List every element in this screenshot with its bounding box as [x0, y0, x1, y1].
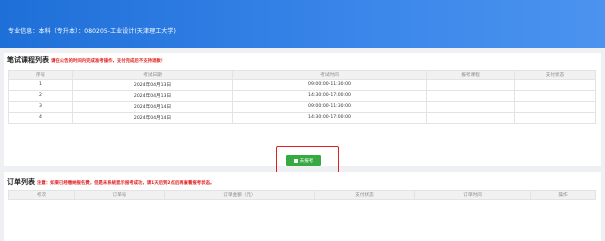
exam-section-note: 请在公告的时间内完成准考操作，支付完成后不支持退款！: [51, 58, 166, 64]
col-header-exam-time: 考试时间: [232, 70, 427, 80]
table-row: 3 2024年04月14日 09:00:00-11:30:00: [8, 100, 596, 113]
cell-exam-time: 14:30:00-17:00:00: [232, 111, 427, 124]
cell-exam-time: 14:30:00-17:00:00: [232, 89, 427, 102]
exam-table-header: 序号 考试日期 考试时间 报考课程 支付状态: [8, 70, 596, 80]
order-section-note: 注意：如果已经缴纳报名费，但是未系统显示报考成功，请1天后到2点后再查看报考状态…: [37, 180, 215, 186]
order-table: 考次 订单号 订单金额（元） 支付状态 订单时间 操作: [8, 190, 596, 200]
cell-course: [426, 111, 515, 124]
cell-payment-status: [514, 89, 596, 102]
col-header-payment-status: 支付状态: [514, 70, 596, 80]
cell-exam-time: 09:00:00-11:30:00: [232, 100, 427, 113]
col-header-order-time: 订单时间: [414, 190, 531, 200]
table-row: 1 2024年04月13日 09:00:00-11:30:00: [8, 78, 596, 91]
col-header-order-amount: 订单金额（元）: [164, 190, 315, 200]
cell-exam-date: 2024年04月13日: [72, 89, 233, 102]
cell-index: 1: [8, 78, 73, 91]
major-info: 专业信息：本科（专升本）：080205-工业设计(天津理工大学): [8, 28, 176, 35]
col-header-index: 序号: [8, 70, 73, 80]
order-table-header: 考次 订单号 订单金额（元） 支付状态 订单时间 操作: [8, 190, 596, 200]
table-row: 2 2024年04月13日 14:30:00-17:00:00: [8, 89, 596, 102]
register-button[interactable]: 去报考: [286, 155, 321, 166]
cell-index: 2: [8, 89, 73, 102]
cell-payment-status: [514, 100, 596, 113]
cell-exam-time: 09:00:00-11:30:00: [232, 78, 427, 91]
cell-payment-status: [514, 111, 596, 124]
col-header-operation: 操作: [530, 190, 596, 200]
register-button-label: 去报考: [299, 158, 314, 164]
table-row: 4 2024年04月14日 14:30:00-17:00:00: [8, 111, 596, 124]
cell-payment-status: [514, 78, 596, 91]
cell-exam-date: 2024年04月13日: [72, 78, 233, 91]
cell-course: [426, 89, 515, 102]
cell-course: [426, 78, 515, 91]
order-section-title: 订单列表: [7, 178, 35, 186]
cell-exam-date: 2024年04月14日: [72, 111, 233, 124]
order-panel: 订单列表 注意：如果已经缴纳报名费，但是未系统显示报考成功，请1天后到2点后再查…: [4, 172, 601, 241]
cell-course: [426, 100, 515, 113]
cell-index: 3: [8, 100, 73, 113]
cell-exam-date: 2024年04月14日: [72, 100, 233, 113]
col-header-course: 报考课程: [426, 70, 515, 80]
col-header-order-number: 订单号: [74, 190, 165, 200]
register-icon: [293, 158, 298, 163]
col-header-exam-session: 考次: [8, 190, 75, 200]
header-banner: 专业信息：本科（专升本）：080205-工业设计(天津理工大学): [0, 0, 605, 48]
exam-section-title: 笔试课程列表: [7, 56, 49, 64]
cell-index: 4: [8, 111, 73, 124]
exam-course-table: 序号 考试日期 考试时间 报考课程 支付状态 1 2024年04月13日 09:…: [8, 70, 596, 124]
col-header-exam-date: 考试日期: [72, 70, 233, 80]
col-header-order-payment-status: 支付状态: [314, 190, 415, 200]
